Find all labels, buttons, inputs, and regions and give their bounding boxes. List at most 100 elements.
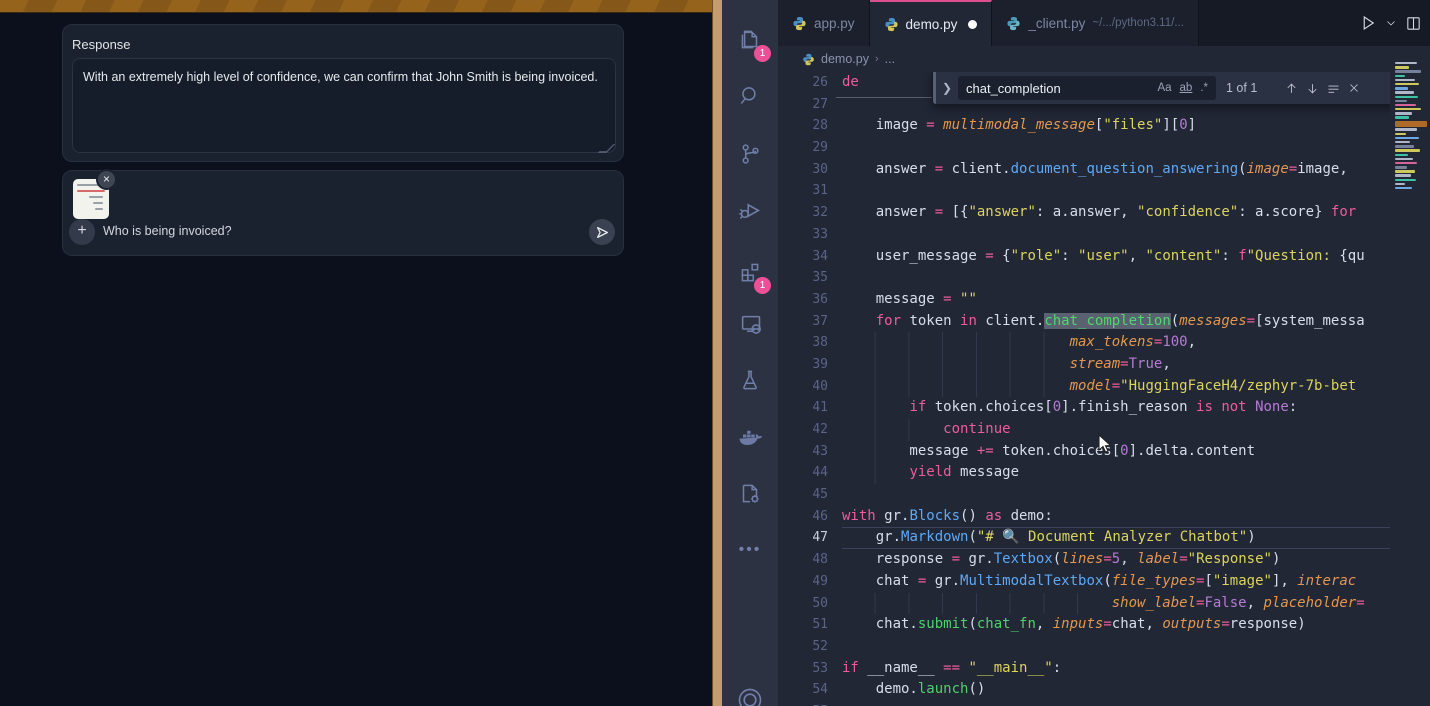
line-number[interactable]: 29 [778,137,828,159]
code-line[interactable]: 44 yield message [778,462,1390,484]
line-number[interactable]: 28 [778,115,828,137]
minimap[interactable] [1390,46,1430,706]
chat-input[interactable]: Who is being invoiced? [103,224,232,238]
tab-description: ~/.../python3.11/... [1092,17,1184,29]
line-number[interactable]: 55 [778,701,828,706]
more-actions-icon[interactable]: ••• [722,526,778,574]
find-input[interactable] [966,81,1153,96]
line-number[interactable]: 50 [778,593,828,615]
code-line[interactable]: 32 answer = [{"answer": a.answer, "confi… [778,202,1390,224]
line-number[interactable]: 44 [778,462,828,484]
breadcrumb-more[interactable]: ... [885,52,895,66]
whole-word-toggle[interactable]: ab [1176,80,1197,96]
find-collapse-chevron-icon[interactable]: ❯ [936,81,958,95]
line-number[interactable]: 34 [778,246,828,268]
code-line[interactable]: 43 message += token.choices[0].delta.con… [778,441,1390,463]
remote-explorer-icon[interactable] [722,300,778,348]
window-divider[interactable] [712,0,722,706]
run-dropdown-chevron-icon[interactable] [1385,17,1397,29]
line-number[interactable]: 51 [778,614,828,636]
breadcrumb[interactable]: demo.py › ... [778,46,1390,72]
find-in-selection-button[interactable] [1326,81,1341,96]
line-number[interactable]: 31 [778,180,828,202]
line-number[interactable]: 36 [778,289,828,311]
line-number[interactable]: 45 [778,484,828,506]
code-line[interactable]: 38 max_tokens=100, [778,332,1390,354]
account-icon[interactable] [722,676,778,706]
code-line[interactable]: 28 image = multimodal_message["files"][0… [778,115,1390,137]
line-number[interactable]: 43 [778,441,828,463]
code-line[interactable]: 53if __name__ == "__main__": [778,658,1390,680]
tab-label: demo.py [906,17,958,32]
line-number[interactable]: 46 [778,506,828,528]
line-number[interactable]: 47 [778,527,828,549]
code-line[interactable]: 36 message = "" [778,289,1390,311]
line-number[interactable]: 39 [778,354,828,376]
line-number[interactable]: 49 [778,571,828,593]
code-line[interactable]: 40 model="HuggingFaceH4/zephyr-7b-bet [778,376,1390,398]
line-number[interactable]: 42 [778,419,828,441]
previous-match-button[interactable] [1284,81,1299,96]
remove-attachment-button[interactable]: × [96,169,117,190]
code-line[interactable]: 41 if token.choices[0].finish_reason is … [778,397,1390,419]
code-line[interactable]: 48 response = gr.Textbox(lines=5, label=… [778,549,1390,571]
code-line[interactable]: 42 continue [778,419,1390,441]
extensions-icon[interactable]: 1 [722,248,778,296]
run-file-icon[interactable] [1359,14,1377,32]
tab-demo-py[interactable]: demo.py [870,0,993,46]
tab-client-py[interactable]: _client.py ~/.../python3.11/... [992,0,1199,46]
regex-toggle[interactable]: .* [1196,80,1212,96]
add-file-button[interactable]: + [69,219,95,245]
code-line[interactable]: 31 [778,180,1390,202]
code-line[interactable]: 35 [778,267,1390,289]
line-number[interactable]: 32 [778,202,828,224]
code-line[interactable]: 52 [778,636,1390,658]
code-line[interactable]: 30 answer = client.document_question_ans… [778,159,1390,181]
next-match-button[interactable] [1305,81,1320,96]
code-line[interactable]: 51 chat.submit(chat_fn, inputs=chat, out… [778,614,1390,636]
close-find-button[interactable] [1347,81,1361,95]
code-line[interactable]: 39 stream=True, [778,354,1390,376]
source-control-icon[interactable] [722,130,778,178]
code-line[interactable]: 49 chat = gr.MultimodalTextbox(file_type… [778,571,1390,593]
code-line[interactable]: 33 [778,224,1390,246]
line-number[interactable]: 38 [778,332,828,354]
testing-flask-icon[interactable] [722,356,778,404]
line-number[interactable]: 54 [778,679,828,701]
code-line[interactable]: 37 for token in client.chat_completion(m… [778,311,1390,333]
line-number[interactable]: 53 [778,658,828,680]
line-number[interactable]: 27 [778,94,828,116]
line-number[interactable]: 37 [778,311,828,333]
line-number[interactable]: 48 [778,549,828,571]
code-line[interactable]: 50 show_label=False, placeholder= [778,593,1390,615]
line-number[interactable]: 52 [778,636,828,658]
code-lines[interactable]: 26de2728 image = multimodal_message["fil… [778,72,1390,706]
line-number[interactable]: 35 [778,267,828,289]
code-line[interactable]: 29 [778,137,1390,159]
search-icon[interactable] [722,72,778,120]
line-number[interactable]: 41 [778,397,828,419]
line-number[interactable]: 30 [778,159,828,181]
split-editor-icon[interactable] [1405,15,1422,32]
code-line[interactable]: 46with gr.Blocks() as demo: [778,506,1390,528]
file-gear-icon[interactable] [722,470,778,518]
code-line[interactable]: 54 demo.launch() [778,679,1390,701]
response-textarea[interactable]: With an extremely high level of confiden… [72,58,616,153]
run-debug-icon[interactable] [722,186,778,234]
code-line[interactable]: 55 [778,701,1390,706]
line-number[interactable]: 33 [778,224,828,246]
code-line[interactable]: 45 [778,484,1390,506]
line-number[interactable]: 26 [778,72,828,94]
python-icon [802,53,815,66]
docker-icon[interactable] [722,414,778,462]
match-case-toggle[interactable]: Aa [1153,80,1175,96]
line-number[interactable]: 40 [778,376,828,398]
explorer-icon[interactable]: 1 [722,16,778,64]
modified-dot[interactable] [968,20,977,29]
breadcrumb-file[interactable]: demo.py [821,52,869,66]
code-line[interactable]: 47 gr.Markdown("# 🔍 Document Analyzer Ch… [778,527,1390,549]
tab-app-py[interactable]: app.py [778,0,870,46]
code-editor[interactable]: 26de2728 image = multimodal_message["fil… [778,72,1390,706]
send-button[interactable] [589,219,615,245]
code-line[interactable]: 34 user_message = {"role": "user", "cont… [778,246,1390,268]
